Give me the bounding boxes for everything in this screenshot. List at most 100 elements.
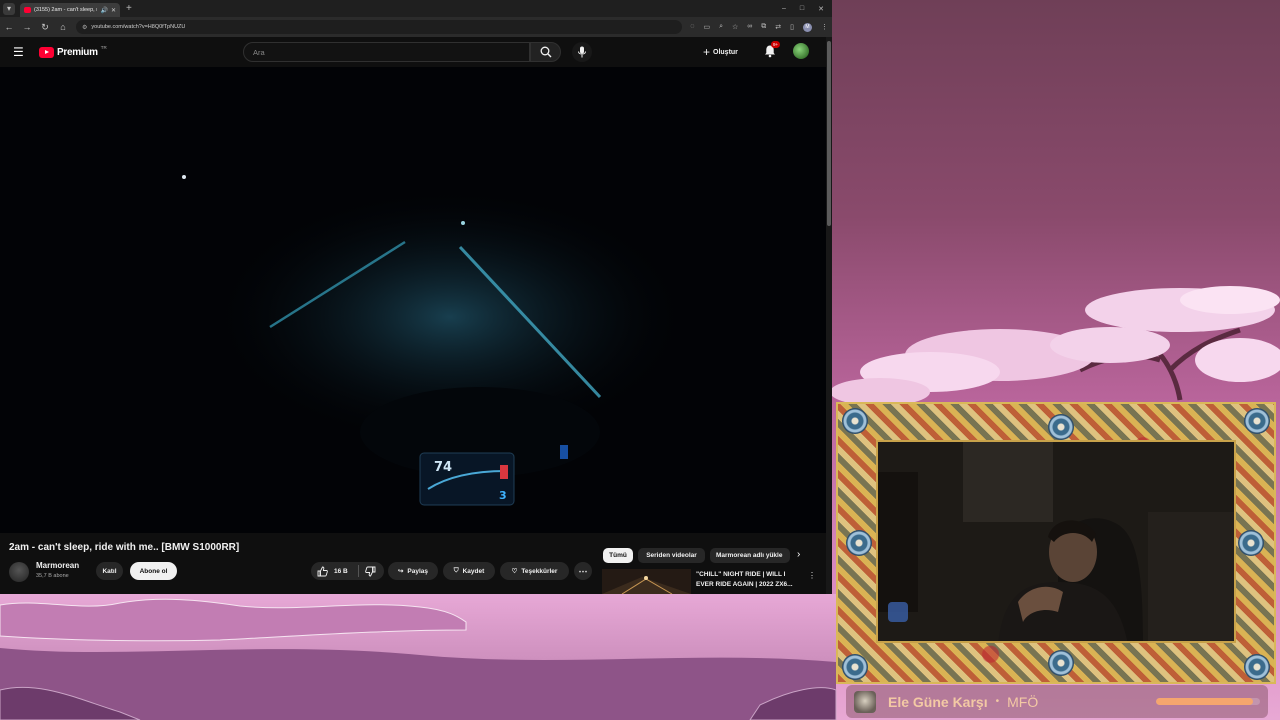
speed-readout: 74 [434,460,452,475]
tab-close-icon[interactable]: ✕ [111,7,116,14]
chip-all[interactable]: Tümü [603,548,633,563]
search-button[interactable] [530,42,561,62]
rosette-ornament [1244,654,1270,680]
share-button[interactable]: ↪ Paylaş [388,562,438,580]
rosette-ornament [842,408,868,434]
plus-icon: + [703,45,711,59]
hamburger-menu-icon[interactable]: ☰ [13,45,25,59]
heart-dollar-icon: ♡ [511,568,518,575]
like-dislike-group: 16 B [311,562,384,580]
share-label: Paylaş [407,567,429,575]
sidebar-icon[interactable]: ▯ [790,23,794,32]
thanks-button[interactable]: ♡ Teşekkürler [500,562,569,580]
cherry-tree [830,286,1280,406]
active-tab[interactable]: (3155) 2am - can't sleep, ri… 🔊 ✕ [20,3,120,17]
recommended-video-thumbnail[interactable] [602,569,691,594]
now-playing-bar: Ele Güne Karşı • MFÖ [846,685,1268,718]
song-title: Ele Güne Karşı [888,693,988,710]
create-button[interactable]: + Oluştur [703,44,738,60]
page-scrollbar[interactable] [826,37,832,594]
rosette-ornament [846,530,872,556]
home-icon[interactable]: ⌂ [58,22,68,32]
youtube-play-icon [39,46,54,58]
rosette-ornament [1048,650,1074,676]
channel-avatar[interactable] [9,562,29,582]
zoom-icon[interactable]: ⌕ [719,23,723,32]
browser-profile-avatar[interactable]: M [803,22,812,32]
subscriber-count: 35,7 B abone [36,573,69,579]
share-arrow-icon: ↪ [397,568,404,575]
new-tab-button[interactable]: + [126,3,132,14]
scrollbar-thumb[interactable] [827,41,831,226]
youtube-favicon-icon [24,7,31,13]
song-progress-fill [1156,698,1253,705]
video-title: 2am - can't sleep, ride with me.. [BMW S… [9,542,240,553]
translate-icon[interactable]: ⇄ [775,23,781,32]
bookmark-icon: ⛉ [453,567,459,574]
minimize-button[interactable]: – [782,5,786,13]
back-arrow-icon[interactable]: ← [4,22,14,32]
more-actions-button[interactable]: ⋯ [574,562,592,580]
gear-readout: 3 [499,489,507,502]
subscribe-button[interactable]: Abone ol [130,562,177,580]
save-button[interactable]: ⛉ Kaydet [443,562,495,580]
search-icon [540,46,551,58]
webcam-feed [876,440,1236,643]
browser-menu-icon[interactable]: ⋮ [821,23,828,32]
search-input[interactable]: Ara [243,42,530,62]
youtube-header: ☰ Premium TR Ara + Oluştur 9+ [0,37,826,67]
blue-indicator [560,445,568,459]
chip-series-videos[interactable]: Seriden videolar [638,548,705,563]
album-art [854,690,876,713]
site-info-icon[interactable]: ⚙ [82,24,87,31]
rosette-ornament [1244,408,1270,434]
region-code: TR [100,44,107,50]
channel-name[interactable]: Marmorean [36,561,79,570]
speaker-icon[interactable]: 🔊 [100,7,107,14]
microphone-icon [578,46,586,58]
eye-off-icon[interactable]: ◌ [690,23,694,32]
rosette-ornament [1048,414,1074,440]
like-count[interactable]: 16 B [334,568,348,575]
tab-strip: ▾ (3155) 2am - can't sleep, ri… 🔊 ✕ + – … [0,0,832,17]
rosette-ornament [842,654,868,680]
chip-channel-uploads[interactable]: Marmorean adlı yükle [710,548,790,563]
youtube-logo[interactable]: Premium TR [39,44,107,58]
rosette-ornament [1238,530,1264,556]
maximize-button[interactable]: □ [800,5,804,13]
notification-badge: 9+ [771,41,781,48]
more-vert-icon[interactable]: ⋮ [808,571,816,580]
address-bar[interactable]: ⚙ youtube.com/watch?v=H8Q0fTpNUZU [76,20,683,34]
video-frame: 74 3 [182,175,690,506]
song-separator: • [995,696,1000,707]
chevron-right-icon[interactable]: › [797,549,800,560]
close-window-button[interactable]: ✕ [818,5,824,13]
webcam-image [878,442,1234,641]
thumbs-up-icon[interactable] [317,566,328,577]
browser-toolbar: ← → ↻ ⌂ ⚙ youtube.com/watch?v=H8Q0fTpNUZ… [0,17,832,37]
forward-arrow-icon[interactable]: → [22,22,32,32]
distant-light [182,175,186,179]
thumbnail-image [602,569,691,594]
song-artist: MFÖ [1007,693,1039,710]
create-label: Oluştur [713,48,738,56]
song-progress-bar [1156,698,1260,705]
browser-window: ▾ (3155) 2am - can't sleep, ri… 🔊 ✕ + – … [0,0,832,594]
logo-text: Premium [57,46,98,58]
tab-search-button[interactable]: ▾ [3,2,15,15]
notifications-button[interactable]: 9+ [763,41,781,58]
join-button[interactable]: Katıl [96,562,123,580]
voice-search-button[interactable] [572,42,592,62]
reload-icon[interactable]: ↻ [40,22,50,33]
extensions-icon[interactable]: ⧉ [761,23,766,32]
account-avatar[interactable] [793,43,809,59]
video-player[interactable]: 74 3 [0,67,826,533]
bookmark-star-icon[interactable]: ☆ [732,23,738,32]
thumbs-down-icon[interactable] [364,566,376,577]
recommended-video-title[interactable]: "CHILL" NIGHT RIDE | WILL I EVER RIDE AG… [696,570,804,590]
cast-icon[interactable]: ▭ [703,23,710,32]
tab-title: (3155) 2am - can't sleep, ri… [34,7,97,13]
link-icon[interactable]: ∞ [747,23,752,32]
url-text: youtube.com/watch?v=H8Q0fTpNUZU [91,24,186,30]
like-divider [357,565,359,577]
